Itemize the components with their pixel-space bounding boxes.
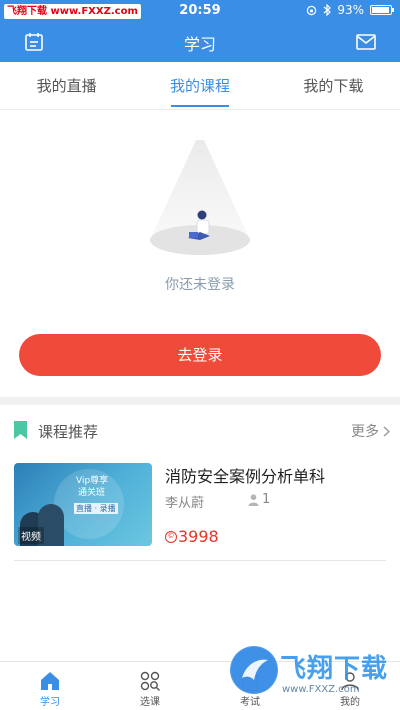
watermark-logo-icon xyxy=(230,646,278,694)
course-teacher: 李从蔚 xyxy=(165,496,205,511)
course-students: 1 xyxy=(248,492,270,507)
thumbnail-tag: 视频 xyxy=(18,527,44,544)
tab-my-courses[interactable]: 我的课程 xyxy=(133,62,266,109)
site-watermark: 飞翔下载 www.FXXZ.com xyxy=(230,646,398,708)
course-price: © 3998 xyxy=(165,527,219,546)
course-thumbnail: Vip尊享 通关班 直播 · 录播 视频 xyxy=(14,463,152,546)
nav-bar: 学习 xyxy=(0,22,400,62)
login-button[interactable]: 去登录 xyxy=(19,334,381,376)
more-link[interactable]: 更多 xyxy=(351,421,390,441)
bottom-tab-label: 学习 xyxy=(40,697,60,708)
mail-icon[interactable] xyxy=(354,30,378,54)
status-bar: 飞翔下载 www.FXXZ.com 20:59 93% xyxy=(0,0,400,22)
course-card[interactable]: Vip尊享 通关班 直播 · 录播 视频 消防安全案例分析单科 李从蔚 1 © … xyxy=(0,455,400,561)
home-icon xyxy=(41,672,59,690)
thumbnail-text: 直播 · 录播 xyxy=(74,503,118,514)
bottom-tab-study[interactable]: 学习 xyxy=(0,662,100,710)
course-name: 消防安全案例分析单科 xyxy=(165,467,326,486)
watermark-name: 飞翔下载 xyxy=(280,654,389,684)
bookmark-icon xyxy=(14,421,27,439)
bluetooth-icon xyxy=(323,4,332,16)
battery-percent: 93% xyxy=(337,3,364,17)
lock-rotation-icon xyxy=(307,5,317,15)
tab-my-downloads[interactable]: 我的下载 xyxy=(267,62,400,109)
grid-search-icon xyxy=(140,671,160,691)
app-header: 飞翔下载 www.FXXZ.com 20:59 93% 学习 xyxy=(0,0,400,62)
divider-line xyxy=(14,560,386,561)
watermark-url: www.FXXZ.com xyxy=(282,684,360,695)
person-icon xyxy=(248,493,259,506)
page-title: 学习 xyxy=(183,35,216,54)
more-label: 更多 xyxy=(351,424,379,440)
tab-bar: 我的直播 我的课程 我的下载 xyxy=(0,62,400,110)
recommend-title: 课程推荐 xyxy=(38,423,99,441)
empty-state-message: 你还未登录 xyxy=(165,277,235,293)
status-indicators: 93% xyxy=(306,3,394,17)
battery-icon xyxy=(370,5,394,15)
students-count: 1 xyxy=(262,492,271,507)
price-value: 3998 xyxy=(178,527,219,546)
tab-my-live[interactable]: 我的直播 xyxy=(0,62,133,109)
recommend-header: 课程推荐 更多 xyxy=(0,410,400,450)
bottom-tab-courses[interactable]: 选课 xyxy=(100,662,200,710)
chevron-right-icon xyxy=(383,425,390,437)
coin-icon: © xyxy=(165,530,177,543)
bottom-tab-label: 选课 xyxy=(140,697,160,708)
empty-state-illustration xyxy=(150,140,250,255)
thumbnail-text: 通关班 xyxy=(78,488,106,498)
section-divider xyxy=(0,397,400,405)
